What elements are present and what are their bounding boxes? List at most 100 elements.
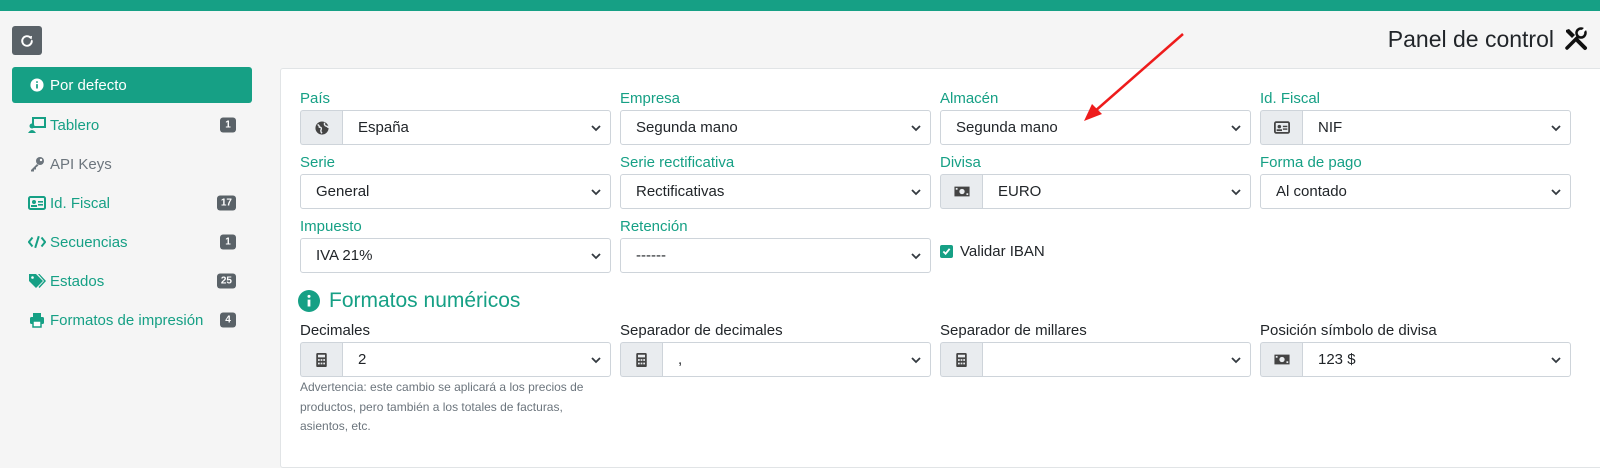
field-label: Posición símbolo de divisa — [1260, 322, 1437, 339]
chevron-down-icon — [1231, 124, 1241, 131]
count-badge: 25 — [216, 273, 236, 289]
page-title-text: Panel de control — [1387, 25, 1554, 52]
field-label: País — [300, 90, 331, 107]
field-label: Forma de pago — [1260, 154, 1362, 171]
field-label: Impuesto — [300, 218, 362, 235]
forma-pago-select[interactable]: Al contado — [1260, 174, 1571, 209]
count-badge: 4 — [220, 312, 236, 328]
field-decimales: Decimales 2 — [300, 321, 611, 377]
page-title: Panel de control — [1388, 26, 1588, 52]
count-badge: 1 — [220, 117, 236, 133]
chevron-down-icon — [591, 252, 601, 259]
field-label: Separador de decimales — [620, 322, 783, 339]
chevron-down-icon — [911, 356, 921, 363]
refresh-button[interactable] — [12, 26, 42, 55]
field-id-fiscal: Id. Fiscal NIF — [1260, 89, 1571, 145]
chevron-down-icon — [1551, 188, 1561, 195]
sidebar-item-estados[interactable]: Estados 25 — [12, 262, 252, 300]
money-bill-icon — [1260, 342, 1302, 377]
chevron-down-icon — [1551, 124, 1561, 131]
settings-panel: País España Empresa Segunda mano Almacén… — [280, 68, 1600, 468]
separador-millares-select[interactable] — [982, 342, 1251, 377]
field-divisa: Divisa EURO — [940, 153, 1251, 209]
money-bill-icon — [940, 174, 982, 209]
sidebar-item-id-fiscal[interactable]: Id. Fiscal 17 — [12, 184, 252, 222]
sidebar-item-tablero[interactable]: Tablero 1 — [12, 106, 252, 144]
almacen-select[interactable]: Segunda mano — [940, 110, 1251, 145]
serie-rectificativa-select[interactable]: Rectificativas — [620, 174, 931, 209]
chevron-down-icon — [1231, 188, 1241, 195]
calculator-icon — [940, 342, 982, 377]
divisa-select[interactable]: EURO — [982, 174, 1251, 209]
posicion-divisa-select[interactable]: 123 $ — [1302, 342, 1571, 377]
id-fiscal-select[interactable]: NIF — [1302, 110, 1571, 145]
sidebar-item-label: Tablero — [50, 116, 100, 134]
globe-icon — [300, 110, 342, 145]
section-title-formatos: Formatos numéricos — [298, 289, 520, 313]
field-empresa: Empresa Segunda mano — [620, 89, 931, 145]
field-almacen: Almacén Segunda mano — [940, 89, 1251, 145]
field-impuesto: Impuesto IVA 21% — [300, 217, 611, 273]
retencion-select[interactable]: ------ — [620, 238, 931, 273]
chevron-down-icon — [1551, 356, 1561, 363]
info-circle-icon — [298, 290, 320, 312]
sidebar-item-secuencias[interactable]: Secuencias 1 — [12, 223, 252, 261]
field-label: Serie — [300, 154, 336, 171]
chalkboard-user-icon — [28, 116, 46, 134]
serie-select[interactable]: General — [300, 174, 611, 209]
field-label: Retención — [620, 218, 688, 235]
sidebar-item-label: Formatos de impresión — [50, 311, 204, 329]
chevron-down-icon — [911, 124, 921, 131]
sidebar-item-formatos-impresion[interactable]: Formatos de impresión 4 — [12, 301, 252, 339]
sidebar-item-label: Id. Fiscal — [50, 194, 111, 212]
separador-decimales-select[interactable]: , — [662, 342, 931, 377]
field-label: Empresa — [620, 90, 681, 107]
field-label: Decimales — [300, 322, 371, 339]
field-separador-millares: Separador de millares — [940, 321, 1251, 377]
calculator-icon — [620, 342, 662, 377]
id-card-icon — [28, 194, 46, 212]
count-badge: 17 — [216, 195, 236, 211]
tags-icon — [28, 272, 46, 290]
calculator-icon — [300, 342, 342, 377]
field-separador-decimales: Separador de decimales , — [620, 321, 931, 377]
field-label: Id. Fiscal — [1260, 90, 1321, 107]
chevron-down-icon — [911, 252, 921, 259]
field-label: Divisa — [940, 154, 981, 171]
chevron-down-icon — [591, 188, 601, 195]
refresh-icon — [21, 34, 33, 47]
sidebar-item-label: API Keys — [50, 155, 112, 173]
code-icon — [28, 233, 46, 251]
chevron-down-icon — [591, 356, 601, 363]
checkbox-checked[interactable] — [940, 245, 953, 258]
sidebar-item-label: Secuencias — [50, 233, 128, 251]
count-badge: 1 — [220, 234, 236, 250]
sidebar-item-api-keys[interactable]: API Keys — [12, 145, 252, 183]
field-label: Serie rectificativa — [620, 154, 735, 171]
pais-select[interactable]: España — [342, 110, 611, 145]
sidebar-item-label: Por defecto — [50, 76, 127, 94]
tools-icon — [1565, 27, 1588, 50]
field-label: Separador de millares — [940, 322, 1087, 339]
validar-iban-checkbox[interactable]: Validar IBAN — [940, 243, 1045, 260]
info-circle-icon — [28, 76, 46, 94]
field-pais: País España — [300, 89, 611, 145]
decimales-select[interactable]: 2 — [342, 342, 611, 377]
field-retencion: Retención ------ — [620, 217, 931, 273]
top-accent-bar — [0, 0, 1600, 11]
id-card-icon — [1260, 110, 1302, 145]
field-forma-pago: Forma de pago Al contado — [1260, 153, 1571, 209]
empresa-select[interactable]: Segunda mano — [620, 110, 931, 145]
impuesto-select[interactable]: IVA 21% — [300, 238, 611, 273]
sidebar-item-por-defecto[interactable]: Por defecto — [12, 67, 252, 103]
print-icon — [28, 311, 46, 329]
key-icon — [28, 155, 46, 173]
chevron-down-icon — [911, 188, 921, 195]
field-serie-rectificativa: Serie rectificativa Rectificativas — [620, 153, 931, 209]
validar-iban-label: Validar IBAN — [960, 243, 1045, 260]
sidebar: Por defecto Tablero 1 API Keys Id. Fisca… — [12, 67, 252, 340]
sidebar-item-label: Estados — [50, 272, 105, 290]
field-label: Almacén — [940, 90, 999, 107]
field-serie: Serie General — [300, 153, 611, 209]
chevron-down-icon — [1231, 356, 1241, 363]
